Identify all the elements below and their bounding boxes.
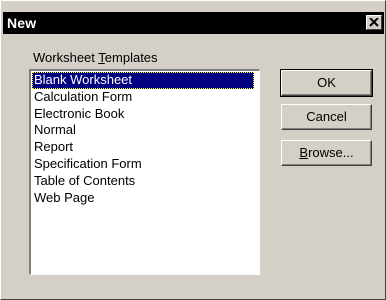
list-item-blank-worksheet[interactable]: Blank Worksheet	[32, 72, 254, 89]
browse-label-rest: rowse...	[308, 145, 354, 160]
list-item-specification-form[interactable]: Specification Form	[32, 156, 254, 173]
close-icon	[369, 18, 379, 27]
list-item-table-of-contents[interactable]: Table of Contents	[32, 173, 254, 190]
ok-button[interactable]: OK	[280, 69, 373, 97]
new-dialog: New Worksheet Templates Blank Worksheet …	[0, 0, 386, 300]
list-item-calculation-form[interactable]: Calculation Form	[32, 89, 254, 106]
templates-label-suffix: emplates	[104, 50, 158, 65]
close-button[interactable]	[366, 15, 382, 30]
template-listbox[interactable]: Blank Worksheet Calculation Form Electro…	[28, 68, 261, 276]
list-item-web-page[interactable]: Web Page	[32, 190, 254, 207]
list-item-electronic-book[interactable]: Electronic Book	[32, 106, 254, 123]
browse-mnemonic: B	[299, 145, 309, 160]
list-item-report[interactable]: Report	[32, 139, 254, 156]
title-bar[interactable]: New	[3, 12, 384, 34]
window-title: New	[7, 15, 37, 31]
browse-button[interactable]: Browse...	[281, 140, 372, 166]
templates-label-prefix: Worksheet	[33, 50, 99, 65]
list-item-normal[interactable]: Normal	[32, 122, 254, 139]
worksheet-templates-label: Worksheet Templates	[33, 50, 158, 65]
cancel-button[interactable]: Cancel	[281, 104, 372, 130]
